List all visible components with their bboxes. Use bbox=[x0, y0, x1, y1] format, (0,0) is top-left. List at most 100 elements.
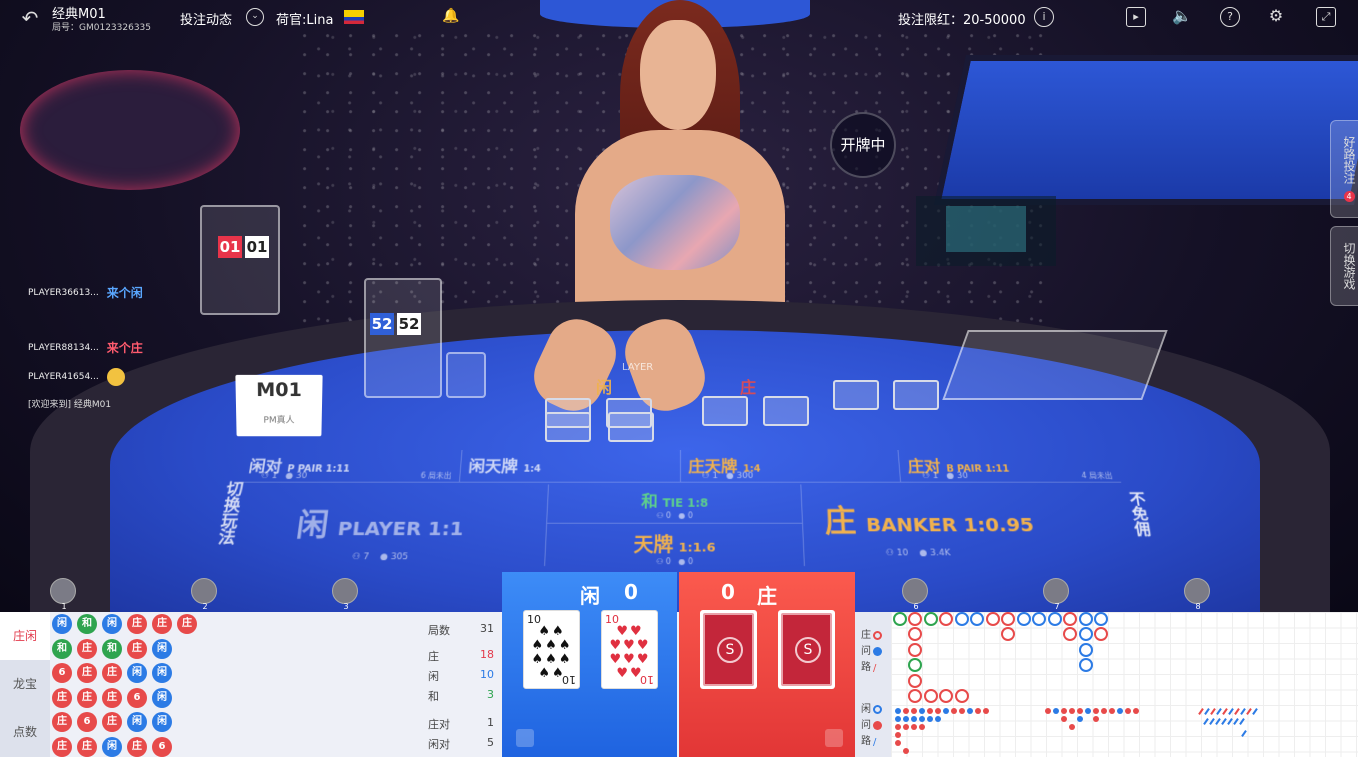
masked-overlay bbox=[916, 196, 1056, 266]
seat-avatar[interactable]: 3 bbox=[332, 578, 358, 611]
ask-road-labels[interactable]: 庄 问 路 / 闲 问 路 / bbox=[855, 612, 891, 757]
road-mark bbox=[911, 724, 917, 730]
player-ask-label[interactable]: 问 bbox=[861, 716, 882, 731]
table-brand: PM真人 bbox=[263, 415, 295, 426]
table-card-slot bbox=[608, 412, 654, 442]
seat-number: 7 bbox=[1054, 602, 1060, 611]
bead-result: 闲 bbox=[152, 712, 172, 732]
banker-ask-label[interactable]: 庄 bbox=[861, 626, 882, 641]
card-rank-bottom: 10 bbox=[640, 673, 654, 686]
discard-box-mid bbox=[364, 278, 442, 398]
player-ask-label[interactable]: 路 / bbox=[861, 732, 882, 748]
bet-label: 天牌 bbox=[633, 533, 674, 557]
bell-icon[interactable]: 🔔 bbox=[442, 8, 459, 24]
sticker-icon: 来个闲 bbox=[106, 286, 143, 300]
road-mark bbox=[908, 658, 922, 672]
chat-message: PLAYER36613... 来个闲 bbox=[28, 278, 208, 307]
help-icon[interactable]: ? bbox=[1220, 7, 1240, 27]
bead-result: 和 bbox=[102, 638, 122, 659]
counter-digit: 01 bbox=[245, 236, 269, 258]
dealing-status: 开牌中 bbox=[830, 112, 896, 178]
counter-digit: 52 bbox=[370, 313, 394, 335]
bet-player-pair[interactable]: 闲对 P PAIR 1:11 ⚇ 1 ● 30 6 局未出 bbox=[238, 449, 463, 482]
player-ask-label[interactable]: 闲 bbox=[861, 700, 882, 715]
bead-result: 闲 bbox=[127, 712, 147, 732]
bet-banker-dragon[interactable]: 庄天牌 1:4 ⚇ 1 ● 300 bbox=[680, 449, 902, 482]
road-mark bbox=[1125, 708, 1131, 714]
road-mark bbox=[1133, 708, 1139, 714]
background-table-right bbox=[934, 55, 1358, 205]
tab-banker-player[interactable]: 庄闲 bbox=[0, 612, 50, 660]
road-mark bbox=[1001, 612, 1015, 626]
bead-result: 和 bbox=[52, 638, 72, 659]
road-mark bbox=[1069, 724, 1075, 730]
seat-number: 3 bbox=[343, 602, 349, 611]
gear-icon[interactable]: ⚙ bbox=[1266, 7, 1286, 27]
banker-ask-label[interactable]: 问 bbox=[861, 642, 882, 657]
road-mark bbox=[1053, 708, 1059, 714]
back-arrow-icon[interactable]: ↶ bbox=[18, 6, 42, 30]
seat-avatar[interactable]: 1 bbox=[50, 578, 76, 611]
bet-odds: 1:4 bbox=[523, 464, 541, 475]
road-mark bbox=[911, 708, 917, 714]
bet-super-six[interactable]: 天牌 1:1.6 ⚇ 0 ● 0 bbox=[545, 523, 805, 567]
good-road-bet-tab[interactable]: 好路投注 4 bbox=[1330, 120, 1358, 218]
banker-ask-label[interactable]: 路 / bbox=[861, 658, 882, 674]
bet-label: 和 bbox=[640, 492, 658, 512]
bead-result: 庄 bbox=[52, 687, 72, 708]
video-icon[interactable]: ▸ bbox=[1126, 7, 1146, 27]
road-mark bbox=[895, 716, 901, 722]
table-card-slot bbox=[763, 396, 809, 426]
seat-avatar[interactable]: 2 bbox=[191, 578, 217, 611]
road-grid bbox=[891, 612, 1358, 757]
road-mark bbox=[951, 708, 957, 714]
sticker-icon: 来个庄 bbox=[106, 341, 143, 355]
fullscreen-icon[interactable]: ⤢ bbox=[1316, 7, 1336, 27]
bead-result: 庄 bbox=[52, 712, 72, 732]
bet-banker[interactable]: 庄 BANKER 1:0.95 ⚇ 10 ● 3.4K bbox=[801, 484, 1134, 566]
bet-dynamics-label[interactable]: 投注动态 bbox=[180, 9, 232, 28]
player-result-panel: 闲 0 10 ♠♠ ♠♠♠ ♠♠♠ ♠♠ 10 10 ♥♥ ♥♥♥ ♥♥♥ ♥♥ 10 bbox=[502, 572, 677, 757]
road-mark bbox=[903, 708, 909, 714]
road-mark bbox=[955, 612, 969, 626]
bead-result: 庄 bbox=[152, 614, 172, 634]
road-mark bbox=[1048, 612, 1062, 626]
seat-avatar[interactable]: 6 bbox=[902, 578, 928, 611]
road-mark bbox=[911, 716, 917, 722]
bead-result: 闲 bbox=[102, 614, 122, 634]
stat-banker: 庄 18 bbox=[428, 648, 494, 663]
seat-avatar[interactable]: 7 bbox=[1043, 578, 1069, 611]
volume-icon[interactable]: 🔈 bbox=[1172, 7, 1192, 27]
bet-odds: BANKER 1:0.95 bbox=[865, 513, 1036, 537]
tab-points[interactable]: 点数 bbox=[0, 708, 50, 756]
road-mark bbox=[1079, 627, 1093, 641]
card-rank-bottom: 10 bbox=[562, 673, 576, 686]
switch-game-tab[interactable]: 切换游戏 bbox=[1330, 226, 1358, 306]
road-mark bbox=[935, 716, 941, 722]
road-mark bbox=[903, 716, 909, 722]
bet-tie[interactable]: 和 TIE 1:8 ⚇ 0 ● 0 bbox=[547, 484, 804, 524]
road-mark bbox=[970, 612, 984, 626]
bet-count: ⚇ 1 ● 300 bbox=[701, 471, 754, 481]
road-mark bbox=[1109, 708, 1115, 714]
blurred-region bbox=[946, 206, 1026, 252]
chevron-down-icon[interactable]: ⌄ bbox=[246, 8, 264, 26]
bet-player[interactable]: 闲 PLAYER 1:1 ⚇ 7 ● 305 bbox=[225, 484, 549, 567]
tab-dragon-bonus[interactable]: 龙宝 bbox=[0, 660, 50, 708]
road-mark bbox=[924, 689, 938, 703]
bet-banker-pair[interactable]: 庄对 B PAIR 1:11 ⚇ 1 ● 30 4 局未出 bbox=[899, 450, 1121, 482]
info-icon[interactable]: i bbox=[1034, 7, 1054, 27]
road-mark bbox=[1093, 716, 1099, 722]
road-mark bbox=[919, 716, 925, 722]
bead-result: 6 bbox=[127, 687, 147, 708]
small-box bbox=[446, 352, 486, 398]
bead-result: 闲 bbox=[102, 736, 122, 757]
big-road: 庄 问 路 / 闲 问 路 / bbox=[855, 612, 1358, 757]
bet-player-dragon[interactable]: 闲天牌 1:4 bbox=[459, 449, 681, 482]
banker-card-back-1: S bbox=[700, 610, 757, 689]
chat-user: PLAYER36613... bbox=[28, 287, 99, 298]
bet-streak: 6 局未出 bbox=[420, 471, 452, 480]
seat-avatar[interactable]: 8 bbox=[1184, 578, 1210, 611]
top-bar: ↶ 经典M01 局号：GM0123326335 投注动态 ⌄ 荷官:Lina 🔔… bbox=[0, 0, 1358, 36]
bead-result: 庄 bbox=[77, 687, 97, 708]
